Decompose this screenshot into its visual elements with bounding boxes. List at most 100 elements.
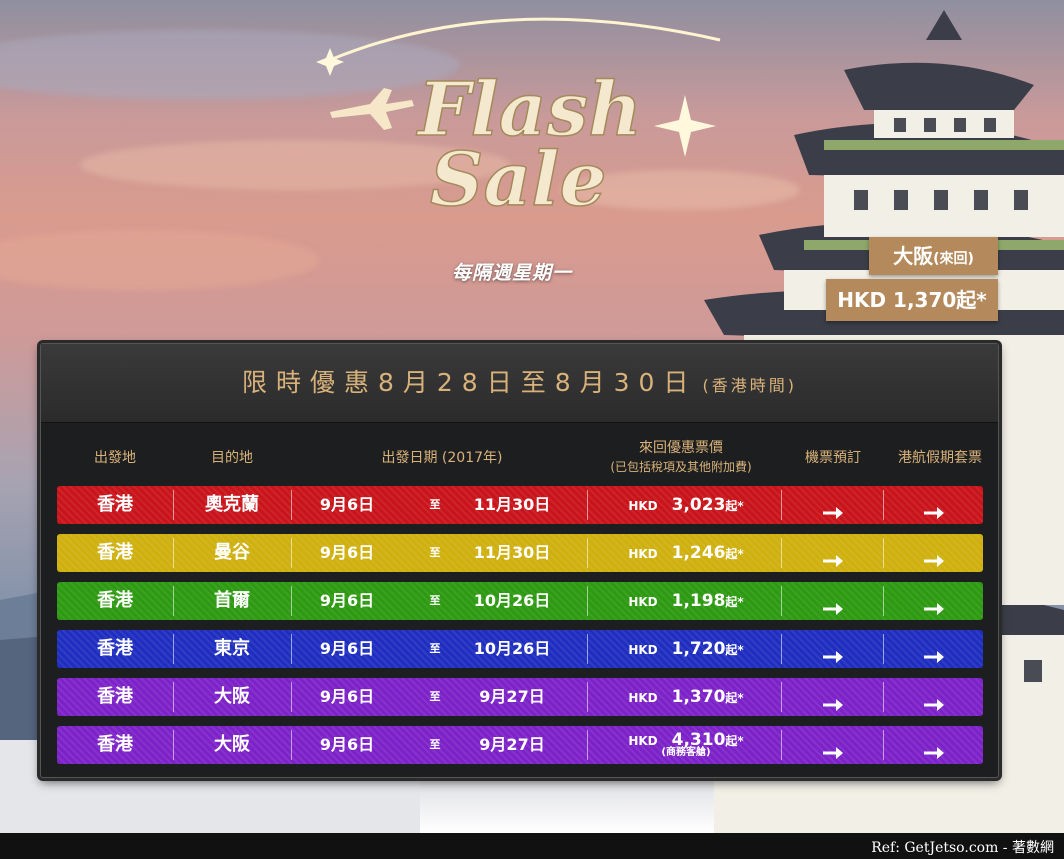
header-fare: 來回優惠票價 <box>639 440 723 456</box>
date-range-separator: 至 <box>429 498 441 511</box>
column-divider <box>883 730 884 760</box>
book-flight-button[interactable] <box>783 534 883 572</box>
depart-end-date: 9月27日 <box>479 687 545 706</box>
header-origin: 出發地 <box>94 450 136 466</box>
arrow-right-icon <box>823 689 843 727</box>
fare-cell: HKD 1,198起* <box>591 582 781 620</box>
column-divider <box>587 586 588 616</box>
holiday-package-button[interactable] <box>885 630 983 668</box>
book-flight-button[interactable] <box>783 486 883 524</box>
fare-currency: HKD <box>628 643 658 657</box>
column-divider <box>291 538 292 568</box>
column-divider <box>291 490 292 520</box>
arrow-right-icon <box>924 737 944 775</box>
column-divider <box>291 586 292 616</box>
arrow-right-icon <box>924 689 944 727</box>
origin-cell: 香港 <box>97 590 133 611</box>
column-divider <box>781 730 782 760</box>
date-range-separator: 至 <box>429 642 441 655</box>
arrow-right-icon <box>823 497 843 535</box>
fare-currency: HKD <box>628 691 658 705</box>
destination-cell: 曼谷 <box>214 542 250 563</box>
cabin-class-note: (商務客艙) <box>661 747 711 758</box>
book-flight-button[interactable] <box>783 726 883 764</box>
arrow-right-icon <box>823 593 843 631</box>
promo-price-badge: HKD 1,370起* <box>826 279 998 321</box>
fare-row: 香港 首爾 9月6日 至 10月26日 HKD 1,198起* <box>57 582 983 620</box>
depart-start-date: 9月6日 <box>319 495 375 514</box>
book-flight-button[interactable] <box>783 678 883 716</box>
fare-amount: 1,720 <box>671 639 726 659</box>
fare-currency: HKD <box>628 547 658 561</box>
header-package: 港航假期套票 <box>898 450 982 466</box>
column-divider <box>883 682 884 712</box>
flash-sale-logo: Flash Sale <box>316 17 721 224</box>
depart-start-date: 9月6日 <box>319 735 375 754</box>
promo-destination: 大阪 <box>893 244 934 268</box>
arrow-right-icon <box>823 737 843 775</box>
header-dates: 出發日期 (2017年) <box>381 450 503 466</box>
fare-row: 香港 大阪 9月6日 至 9月27日 HKD 1,370起* <box>57 678 983 716</box>
column-divider <box>291 634 292 664</box>
fare-amount: 1,246 <box>671 543 726 563</box>
fare-currency: HKD <box>628 734 658 748</box>
column-divider <box>781 586 782 616</box>
fare-suffix: 起* <box>725 691 744 705</box>
origin-cell: 香港 <box>97 638 133 659</box>
depart-end-date: 11月30日 <box>473 543 551 562</box>
fare-amount: 1,370 <box>671 687 726 707</box>
fare-cell: HKD 3,023起* <box>591 486 781 524</box>
holiday-package-button[interactable] <box>885 582 983 620</box>
arrow-right-icon <box>823 641 843 679</box>
holiday-package-button[interactable] <box>885 678 983 716</box>
fare-suffix: 起* <box>725 643 744 657</box>
origin-cell: 香港 <box>97 494 133 515</box>
column-divider <box>587 634 588 664</box>
depart-start-date: 9月6日 <box>319 639 375 658</box>
arrow-right-icon <box>823 545 843 583</box>
airplane-icon <box>330 88 414 130</box>
arrow-right-icon <box>924 593 944 631</box>
date-range-separator: 至 <box>429 546 441 559</box>
fare-cell: HKD 4,310起* (商務客艙) <box>591 726 781 764</box>
arrow-right-icon <box>924 545 944 583</box>
holiday-package-button[interactable] <box>885 534 983 572</box>
fare-suffix: 起* <box>725 547 744 561</box>
fare-currency: HKD <box>628 595 658 609</box>
fare-amount: 1,198 <box>671 591 726 611</box>
holiday-package-button[interactable] <box>885 726 983 764</box>
fare-suffix: 起* <box>725 595 744 609</box>
date-range-separator: 至 <box>429 594 441 607</box>
holiday-package-button[interactable] <box>885 486 983 524</box>
column-divider <box>291 730 292 760</box>
column-divider <box>781 490 782 520</box>
header-destination: 目的地 <box>211 450 253 466</box>
fare-row: 香港 大阪 9月6日至 9月27日 HKD 4,310起* (商務客艙) <box>57 726 983 764</box>
column-divider <box>587 730 588 760</box>
fare-suffix: 起* <box>725 734 744 748</box>
origin-cell: 香港 <box>97 686 133 707</box>
book-flight-button[interactable] <box>783 630 883 668</box>
destination-cell: 大阪 <box>214 734 250 755</box>
footer: Ref: GetJetso.com - 著數網 <box>0 833 1064 859</box>
sparkle-icon <box>654 95 716 157</box>
fare-cell: HKD 1,246起* <box>591 534 781 572</box>
column-divider <box>781 682 782 712</box>
arrow-right-icon <box>924 497 944 535</box>
book-flight-button[interactable] <box>783 582 883 620</box>
offer-period-header: 限時優惠8月28日至8月30日 (香港時間) <box>41 344 998 423</box>
column-divider <box>587 490 588 520</box>
arrow-right-icon <box>924 641 944 679</box>
depart-start-date: 9月6日 <box>319 687 375 706</box>
column-divider <box>883 538 884 568</box>
promo-destination-badge: 大阪(來回) <box>869 237 998 275</box>
origin-cell: 香港 <box>97 542 133 563</box>
logo-text-sale: Sale <box>430 137 607 223</box>
column-divider <box>781 634 782 664</box>
fare-row: 香港 奧克蘭 9月6日 至 11月30日 HKD 3,023起* <box>57 486 983 524</box>
sparkle-icon <box>316 48 344 76</box>
depart-end-date: 9月27日 <box>479 735 545 754</box>
fare-cell: HKD 1,370起* <box>591 678 781 716</box>
fare-row: 香港 曼谷 9月6日 至 11月30日 HKD 1,246起* <box>57 534 983 572</box>
fare-suffix: 起* <box>725 499 744 513</box>
